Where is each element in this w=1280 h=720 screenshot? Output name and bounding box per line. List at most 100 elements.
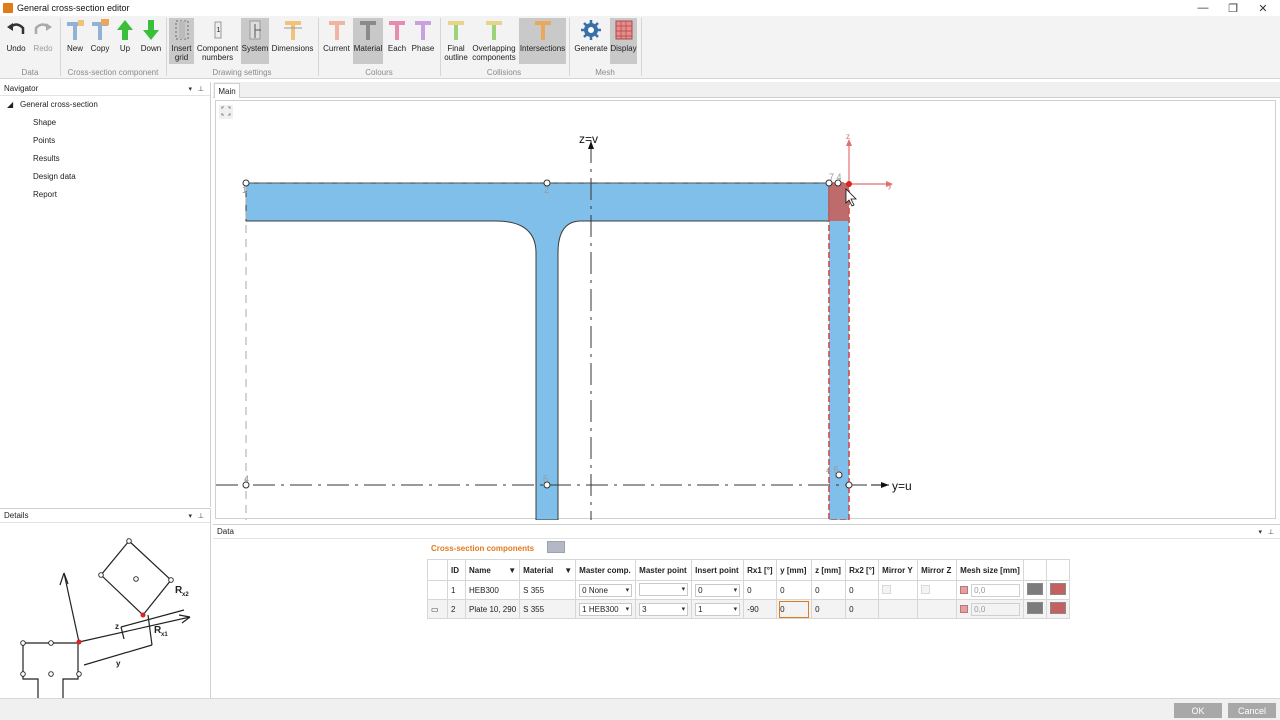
column-header[interactable]: Master point [635,559,693,581]
nav-item-points[interactable]: Points [33,136,55,145]
delete-button[interactable] [1049,583,1066,595]
comment-icon[interactable]: ▭ [431,605,439,614]
cell-rx2[interactable]: 0 [845,580,880,600]
cell-y[interactable]: 0 [776,599,813,619]
edit-button[interactable] [1026,602,1043,614]
cell-edit[interactable] [1022,580,1047,600]
cell-name[interactable]: Plate 10, 290 [464,599,521,619]
cell-delete[interactable] [1045,599,1070,619]
insert-point-select[interactable]: 0 [695,583,741,597]
nav-item-report[interactable]: Report [33,190,57,199]
cell-master-point[interactable] [635,580,693,600]
y-input-active[interactable]: 0 [779,600,810,618]
system-toggle[interactable]: System [241,18,269,64]
move-down-button[interactable]: Down [139,18,163,64]
column-header[interactable]: Rx1 [°] [743,559,778,581]
column-header[interactable]: z [mm] [811,559,847,581]
cancel-button[interactable]: Cancel [1228,703,1276,718]
cell-insert-point[interactable]: 1 [691,599,745,619]
column-header[interactable]: Insert point [691,559,745,581]
cell-rx2[interactable]: 0 [845,599,880,619]
cell-y[interactable]: 0 [776,580,813,600]
tab-main[interactable]: Main [214,83,240,98]
master-point-select[interactable]: 3 [639,602,689,616]
table-row[interactable]: ▭ 2 Plate 10, 290 S 355 1 HEB300 3 1 -90… [427,599,1070,619]
filter-icon[interactable]: ▼ [564,566,572,575]
zoom-extents-icon[interactable] [219,105,233,119]
master-comp-select[interactable]: 1 HEB300 [579,602,633,616]
intersections-toggle[interactable]: Intersections [519,18,566,64]
cell-mirror-y[interactable] [878,599,919,619]
cell-mirror-z[interactable] [917,580,958,600]
column-header[interactable]: Master comp. [575,559,637,581]
column-header[interactable]: Mirror Y [878,559,919,581]
colour-phase-option[interactable]: Phase [410,18,436,64]
cell-delete[interactable] [1045,580,1070,600]
component-numbers-toggle[interactable]: 1 Component numbers [196,18,239,64]
point-marker[interactable] [845,481,853,489]
cell-name[interactable]: HEB300 [464,580,521,600]
master-point-select[interactable] [639,582,689,596]
column-header[interactable]: Rx2 [°] [845,559,880,581]
cell-edit[interactable] [1022,599,1047,619]
dimensions-toggle[interactable]: Dimensions [271,18,314,64]
drawing-canvas[interactable]: z=v y=u z y 1 2 7 4 4 5 4 5 [215,100,1276,521]
column-header[interactable]: ID [447,559,466,581]
insert-point-select[interactable]: 1 [695,602,741,616]
cell-rx1[interactable]: -90 [743,599,778,619]
pin-icon[interactable]: ▾ ⊥ [1259,528,1274,536]
edit-button[interactable] [1026,583,1043,595]
pin-icon[interactable]: ▾ ⊥ [189,512,204,520]
nav-item-results[interactable]: Results [33,154,60,163]
mesh-size-input[interactable]: 0,0 [971,602,1020,616]
cell-master-comp[interactable]: 1 HEB300 [575,599,637,619]
mirror-y-checkbox[interactable] [882,584,892,594]
mirror-z-checkbox[interactable] [921,584,931,594]
filter-icon[interactable]: ▼ [508,566,516,575]
nav-item-design-data[interactable]: Design data [33,172,76,181]
restore-button[interactable]: ❐ [1218,0,1248,16]
column-header[interactable]: Material ▼ [519,559,577,581]
table-row[interactable]: 1 HEB300 S 355 0 None 0 0 0 0 0 0,0 [427,580,1070,600]
insert-grid-toggle[interactable]: Insert grid [169,18,194,64]
column-header[interactable]: Mesh size [mm] [956,559,1024,581]
colour-current-option[interactable]: Current [322,18,351,64]
undo-button[interactable]: Undo [4,18,28,64]
move-up-button[interactable]: Up [115,18,135,64]
colour-each-option[interactable]: Each [386,18,408,64]
insert-point-marker[interactable] [846,181,852,187]
mesh-colour-swatch[interactable] [960,586,969,594]
cell-mirror-z[interactable] [917,599,958,619]
tree-root[interactable]: General cross-section [20,100,98,109]
cell-material[interactable]: S 355 [519,580,577,600]
delete-button[interactable] [1049,602,1066,614]
redo-button[interactable]: Redo [31,18,55,64]
overlapping-components-toggle[interactable]: Overlapping components [471,18,517,64]
column-header[interactable]: Mirror Z [917,559,958,581]
close-button[interactable]: ✕ [1248,0,1278,16]
mesh-size-input[interactable]: 0,0 [971,583,1020,597]
add-component-button[interactable] [547,541,565,553]
cell-mesh-size[interactable]: 0,0 [956,580,1024,600]
pin-icon[interactable]: ▾ ⊥ [189,85,204,93]
mesh-colour-swatch[interactable] [960,605,969,613]
cell-mesh-size[interactable]: 0,0 [956,599,1024,619]
tree-expand-icon[interactable]: ◢ [7,100,13,109]
column-header[interactable]: y [mm] [776,559,813,581]
minimize-button[interactable]: — [1188,0,1218,16]
new-component-button[interactable]: New [64,18,86,64]
cell-material[interactable]: S 355 [519,599,577,619]
cell-insert-point[interactable]: 0 [691,580,745,600]
copy-component-button[interactable]: Copy [88,18,112,64]
cell-rx1[interactable]: 0 [743,580,778,600]
ok-button[interactable]: OK [1174,703,1222,718]
generate-mesh-button[interactable]: Generate [573,18,609,64]
final-outline-toggle[interactable]: Final outline [443,18,469,64]
display-mesh-toggle[interactable]: Display [610,18,637,64]
colour-material-option[interactable]: Material [353,18,383,64]
cell-mirror-y[interactable] [878,580,919,600]
master-comp-select[interactable]: 0 None [579,583,633,597]
nav-item-shape[interactable]: Shape [33,118,56,127]
cell-master-point[interactable]: 3 [635,599,693,619]
cell-z[interactable]: 0 [811,580,847,600]
